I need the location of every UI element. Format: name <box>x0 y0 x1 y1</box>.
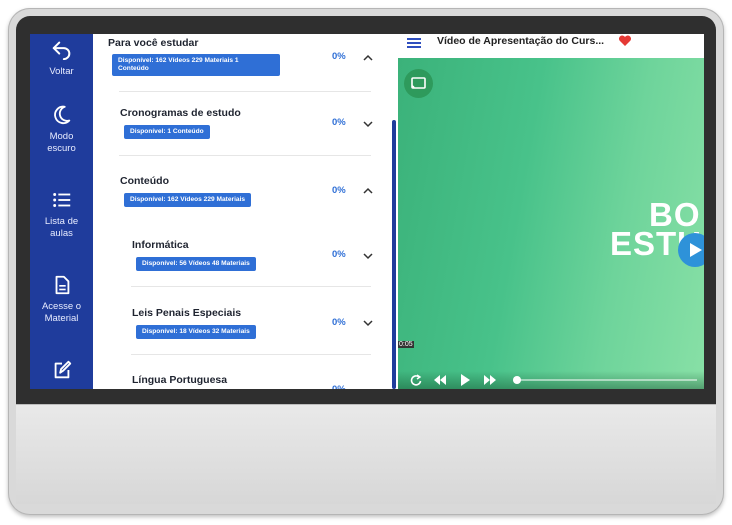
badge-line1: Disponível: 162 Vídeos 229 Materiais <box>130 196 246 203</box>
availability-badge: Disponível: 162 Vídeos 229 Materiais <box>124 193 252 207</box>
chevron-up-icon[interactable] <box>363 54 373 62</box>
divider <box>119 91 371 92</box>
rewind-icon[interactable] <box>433 374 447 386</box>
device-base <box>16 404 716 504</box>
module-title: Língua Portuguesa <box>132 374 228 386</box>
play-icon <box>690 243 702 257</box>
sidebar-item-material[interactable]: Acesse o Material <box>30 274 93 325</box>
back-arrow-icon <box>52 41 70 60</box>
badge-line2: Conteúdo <box>118 65 149 72</box>
heart-icon[interactable] <box>618 35 632 47</box>
availability-badge: Disponível: 1 Conteúdo <box>124 125 210 139</box>
progress-percent: 0% <box>332 117 346 128</box>
availability-badge: Disponível: 18 Vídeos 32 Materiais <box>136 325 256 339</box>
edit-icon <box>54 360 71 379</box>
app-screen: Voltar Modo escuro Lista de aulas Acesse <box>30 34 704 389</box>
sidebar-label-line1: Modo <box>49 131 74 142</box>
cast-icon <box>411 77 426 89</box>
sidebar-label-line1: Lista de <box>44 216 79 227</box>
divider <box>131 354 371 355</box>
video-panel: Vídeo de Apresentação do Curs... BO ESTU… <box>398 34 704 389</box>
course-module-list: Para você estudar Disponível: 162 Vídeos… <box>93 34 398 389</box>
badge-line1: Disponível: 18 Vídeos 32 Materiais <box>142 328 250 335</box>
sidebar-item-back[interactable]: Voltar <box>30 38 93 78</box>
timecode: 0:05 <box>398 341 414 348</box>
list-scrollbar[interactable] <box>392 120 396 389</box>
sidebar-item-dark-mode[interactable]: Modo escuro <box>30 104 93 155</box>
sidebar-label-line1: Acesse o <box>41 301 82 312</box>
menu-icon[interactable] <box>407 37 421 49</box>
module-title: Para você estudar <box>108 37 199 49</box>
availability-badge: Disponível: 162 Vídeos 229 Materiais 1 C… <box>112 54 280 76</box>
progress-percent: 0% <box>332 317 346 328</box>
chevron-down-icon[interactable] <box>363 252 373 260</box>
replay-icon[interactable] <box>409 374 423 386</box>
progress-percent: 0% <box>332 185 346 196</box>
video-header: Vídeo de Apresentação do Curs... <box>398 34 704 56</box>
module-title: Informática <box>132 239 189 251</box>
progress-percent: 0% <box>332 51 346 62</box>
progress-bar[interactable] <box>513 376 697 384</box>
divider <box>131 286 371 287</box>
module-title: Conteúdo <box>120 175 169 187</box>
sidebar-label: Voltar <box>49 66 74 77</box>
video-title: Vídeo de Apresentação do Curs... <box>437 35 605 47</box>
sidebar-item-notes[interactable] <box>30 359 93 381</box>
chevron-down-icon[interactable] <box>363 319 373 327</box>
moon-icon <box>53 105 70 125</box>
badge-line1: Disponível: 162 Vídeos 229 Materiais 1 <box>118 57 239 64</box>
chevron-down-icon[interactable] <box>363 120 373 128</box>
fast-forward-icon[interactable] <box>483 374 497 386</box>
module-title: Leis Penais Especiais <box>132 307 242 319</box>
document-icon <box>55 275 69 295</box>
sidebar-label-line2: aulas <box>50 228 73 239</box>
cast-button[interactable] <box>404 69 433 98</box>
progress-percent: 0% <box>332 249 346 260</box>
progress-percent: 0% <box>332 384 346 389</box>
play-control-icon[interactable] <box>458 374 472 386</box>
player-controls <box>398 371 704 389</box>
video-player[interactable]: BO ESTU 0:05 <box>398 58 704 389</box>
badge-line1: Disponível: 1 Conteúdo <box>130 128 204 135</box>
sidebar: Voltar Modo escuro Lista de aulas Acesse <box>30 34 93 389</box>
badge-line1: Disponível: 56 Vídeos 48 Materiais <box>142 260 250 267</box>
availability-badge: Disponível: 56 Vídeos 48 Materiais <box>136 257 256 271</box>
divider <box>119 155 371 156</box>
progress-knob[interactable] <box>513 376 521 384</box>
sidebar-label-line2: Material <box>44 313 79 324</box>
center-play-button[interactable] <box>678 233 704 267</box>
module-title: Cronogramas de estudo <box>120 107 241 119</box>
list-icon <box>52 193 70 207</box>
sidebar-label-line2: escuro <box>47 143 76 154</box>
sidebar-item-lesson-list[interactable]: Lista de aulas <box>30 189 93 240</box>
chevron-up-icon[interactable] <box>363 187 373 195</box>
